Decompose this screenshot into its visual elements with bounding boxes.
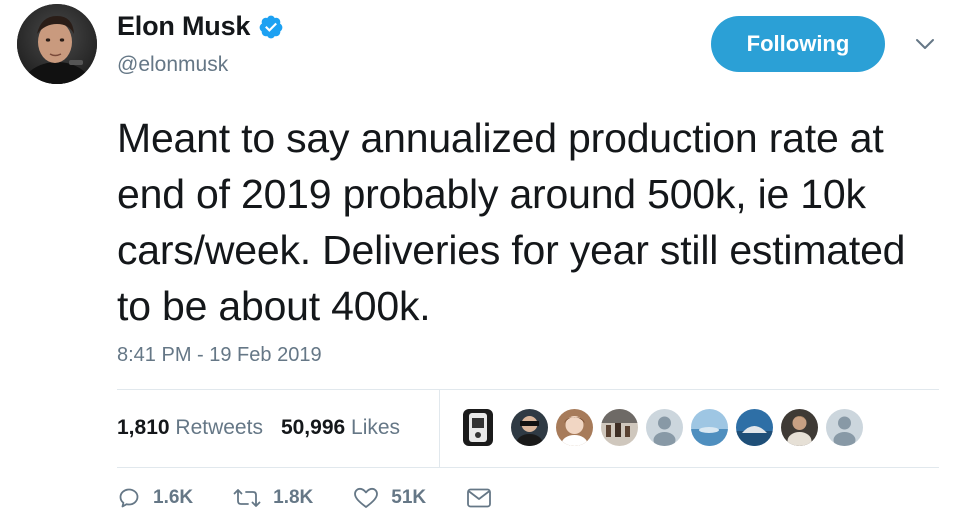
reply-icon — [117, 486, 141, 510]
liker-avatar-7-icon[interactable] — [736, 409, 773, 446]
likes-label: Likes — [351, 416, 401, 439]
liker-avatar-2-icon[interactable] — [511, 409, 548, 446]
liker-avatar-1-icon[interactable] — [463, 409, 493, 446]
avatar[interactable] — [17, 4, 97, 84]
stats-divider — [439, 389, 440, 467]
divider — [117, 389, 939, 390]
likes-stat[interactable]: 50,996 Likes — [281, 416, 400, 440]
liker-avatar-default-icon[interactable] — [826, 409, 863, 446]
liker-avatar-3-icon[interactable] — [556, 409, 593, 446]
user-handle[interactable]: @elonmusk — [117, 53, 228, 77]
name-row: Elon Musk — [117, 11, 284, 42]
display-name[interactable]: Elon Musk — [117, 11, 250, 42]
tweet-actions: 1.6K 1.8K 51K — [117, 486, 532, 510]
tweet-text: Meant to say annualized production rate … — [117, 115, 906, 329]
liker-avatar-4-icon[interactable] — [601, 409, 638, 446]
profile-photo-icon — [17, 4, 97, 84]
liker-avatar-default-icon[interactable] — [646, 409, 683, 446]
like-count: 51K — [391, 487, 427, 508]
likes-count: 50,996 — [280, 416, 346, 439]
following-button[interactable]: Following — [711, 16, 885, 72]
liker-avatar-8-icon[interactable] — [781, 409, 818, 446]
liker-avatars — [463, 409, 863, 446]
retweets-stat[interactable]: 1,810 Retweets — [117, 416, 263, 440]
heart-icon — [353, 486, 379, 510]
tweet-card: Elon Musk @elonmusk Following Meant to s… — [0, 0, 955, 520]
verified-badge-icon — [258, 14, 284, 40]
reply-count: 1.6K — [153, 487, 194, 508]
tweet-timestamp[interactable]: 8:41 PM - 19 Feb 2019 — [117, 344, 322, 367]
retweets-label: Retweets — [175, 416, 263, 439]
chevron-down-icon[interactable] — [914, 36, 936, 52]
divider — [117, 467, 939, 468]
direct-message-button[interactable] — [466, 487, 492, 509]
liker-avatar-6-icon[interactable] — [691, 409, 728, 446]
retweets-count: 1,810 — [117, 416, 170, 439]
retweet-count: 1.8K — [273, 487, 314, 508]
tweet-stats: 1,810 Retweets 50,996 Likes — [117, 416, 400, 440]
like-button[interactable]: 51K — [353, 486, 426, 510]
envelope-icon — [466, 487, 492, 509]
retweet-icon — [233, 486, 261, 510]
reply-button[interactable]: 1.6K — [117, 486, 193, 510]
retweet-button[interactable]: 1.8K — [233, 486, 313, 510]
